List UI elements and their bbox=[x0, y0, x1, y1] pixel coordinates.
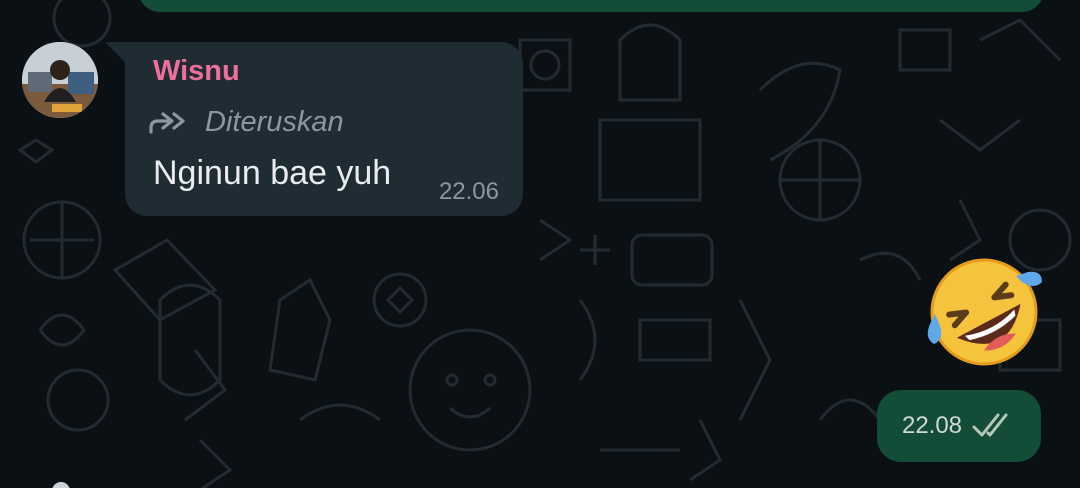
forward-double-arrow-icon bbox=[149, 111, 185, 134]
forwarded-label: Diteruskan bbox=[205, 106, 344, 138]
chat-conversation: Wisnu Diteruskan Nginun bae yuh 22.06 22… bbox=[0, 0, 1080, 488]
previous-outgoing-bubble[interactable] bbox=[138, 0, 1044, 12]
outgoing-message-bubble[interactable]: 22.08 bbox=[877, 390, 1041, 462]
message-timestamp: 22.06 bbox=[438, 178, 499, 205]
outgoing-timestamp: 22.08 bbox=[901, 412, 963, 439]
forwarded-label-row: Diteruskan bbox=[147, 106, 344, 139]
incoming-message-bubble[interactable]: Wisnu Diteruskan Nginun bae yuh 22.06 bbox=[125, 42, 523, 216]
sender-name[interactable]: Wisnu bbox=[153, 55, 240, 88]
double-check-read-icon bbox=[972, 413, 1008, 437]
rolling-on-floor-laughing-emoji-icon[interactable] bbox=[922, 250, 1046, 374]
message-text: Nginun bae yuh bbox=[153, 154, 392, 192]
sender-avatar[interactable] bbox=[22, 42, 98, 118]
incoming-bubble-tail bbox=[105, 42, 127, 64]
